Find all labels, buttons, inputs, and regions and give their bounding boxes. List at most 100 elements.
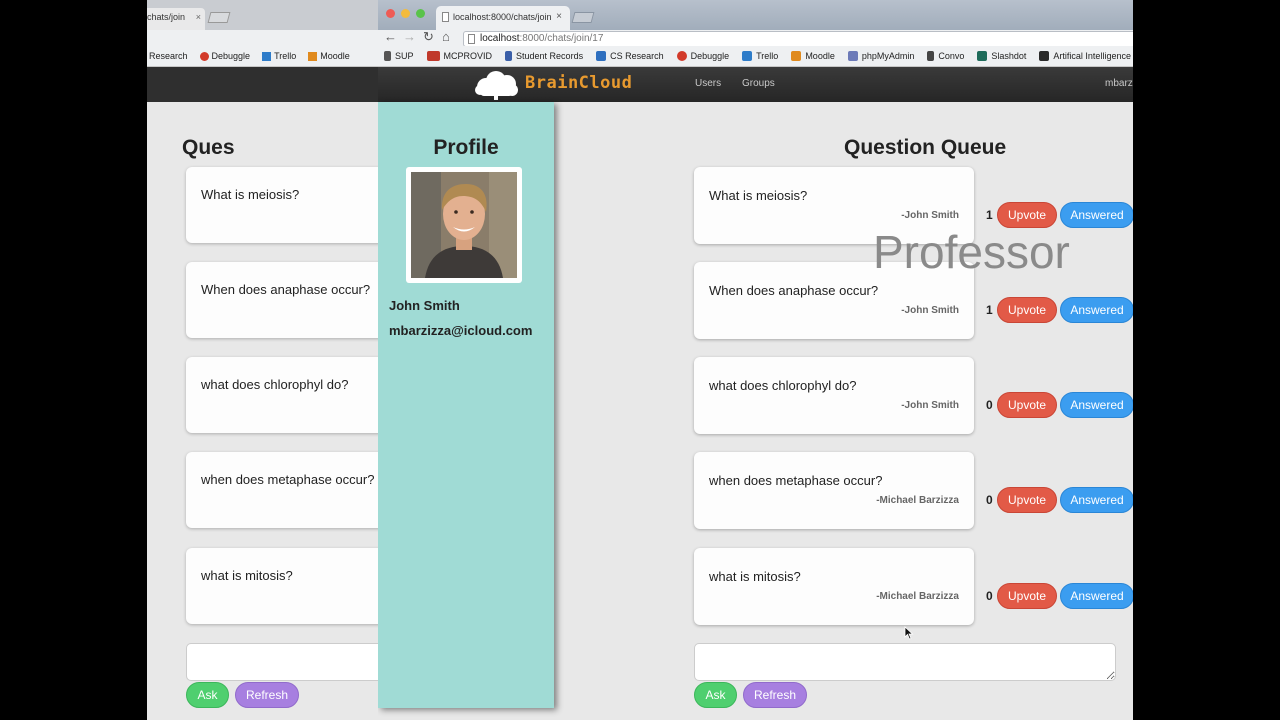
answered-button[interactable]: Answered xyxy=(1060,202,1133,228)
bookmarks-bar: SUP MCPROVID Student Records CS Research… xyxy=(378,46,1133,67)
bookmark-trello[interactable]: Trello xyxy=(262,51,296,61)
forward-arrow-icon[interactable]: → xyxy=(403,30,416,44)
person-icon xyxy=(505,51,513,61)
vote-count: 1 xyxy=(986,303,993,317)
background-question-input[interactable] xyxy=(186,643,396,681)
moodle-icon xyxy=(791,51,802,61)
runner-icon xyxy=(384,51,391,61)
bookmark-student-records[interactable]: Student Records xyxy=(505,51,583,61)
question-card: what is mitosis? -Michael Barzizza xyxy=(694,548,974,625)
background-question-card: what does chlorophyl do? xyxy=(186,357,396,433)
phpmyadmin-icon xyxy=(847,51,858,61)
trello-icon xyxy=(742,51,753,61)
nav-link-users[interactable]: Users xyxy=(695,78,721,89)
vote-count: 0 xyxy=(986,589,993,603)
question-input[interactable] xyxy=(694,643,1116,681)
nav-link-groups[interactable]: Groups xyxy=(742,78,775,89)
background-tab[interactable]: chats/join × xyxy=(147,8,205,30)
vote-count: 0 xyxy=(986,493,993,507)
document-icon xyxy=(442,12,449,22)
upvote-button[interactable]: Upvote xyxy=(997,297,1057,323)
close-icon[interactable]: × xyxy=(556,11,562,22)
bookmark-phpmyadmin[interactable]: phpMyAdmin xyxy=(847,51,915,61)
debuggle-icon xyxy=(199,51,209,61)
browser-window: localhost:8000/chats/join × ← → ↻ ⌂ loca… xyxy=(378,0,1133,720)
reload-icon[interactable]: ↻ xyxy=(423,30,434,44)
bookmark-label: SUP xyxy=(395,51,414,61)
question-text: What is meiosis? xyxy=(709,188,808,203)
bookmark-moodle[interactable]: Moodle xyxy=(791,51,835,61)
question-author: -John Smith xyxy=(901,305,959,316)
answered-button[interactable]: Answered xyxy=(1060,392,1133,418)
bookmark-mcprovid[interactable]: MCPROVID xyxy=(426,51,493,61)
answered-button[interactable]: Answered xyxy=(1060,297,1133,323)
bookmark-debuggle[interactable]: Debuggle xyxy=(676,51,729,61)
new-tab-button[interactable] xyxy=(207,12,231,23)
refresh-button[interactable]: Refresh xyxy=(743,682,807,708)
bookmark-label: Artifical Intelligence xyxy=(1053,51,1131,61)
address-bar[interactable]: localhost:8000/chats/join/17 xyxy=(463,31,1133,47)
upvote-button[interactable]: Upvote xyxy=(997,487,1057,513)
bookmark-artificial-intelligence[interactable]: Artifical Intelligence xyxy=(1039,51,1131,61)
new-tab-button[interactable] xyxy=(571,12,595,23)
bookmark-research[interactable]: Research xyxy=(149,51,188,61)
upvote-button[interactable]: Upvote xyxy=(997,583,1057,609)
question-text: when does metaphase occur? xyxy=(709,473,883,488)
background-question-card: When does anaphase occur? xyxy=(186,262,396,338)
profile-name: John Smith xyxy=(389,298,460,313)
bookmark-label: phpMyAdmin xyxy=(861,51,915,61)
answered-button[interactable]: Answered xyxy=(1060,487,1133,513)
bookmark-convo[interactable]: Convo xyxy=(927,51,964,61)
bookmark-sup[interactable]: SUP xyxy=(384,51,414,61)
vote-count: 0 xyxy=(986,398,993,412)
runner-icon xyxy=(927,51,935,61)
minimize-window-icon[interactable] xyxy=(401,9,410,18)
cloud-logo-icon[interactable] xyxy=(474,69,520,105)
vote-count: 1 xyxy=(986,208,993,222)
profile-title: Profile xyxy=(433,136,499,159)
question-author: -Michael Barzizza xyxy=(876,591,959,602)
background-queue-heading: Ques xyxy=(182,136,235,159)
ask-button[interactable]: Ask xyxy=(694,682,737,708)
bookmark-slashdot[interactable]: Slashdot xyxy=(977,51,1026,61)
professor-watermark: Professor xyxy=(873,226,1070,278)
question-author: -Michael Barzizza xyxy=(876,495,959,506)
bookmark-label: Trello xyxy=(274,51,297,61)
bookmark-label: MCPROVID xyxy=(443,51,493,61)
profile-email: mbarzizza@icloud.com xyxy=(389,323,533,338)
moodle-icon xyxy=(308,51,318,61)
background-navbar xyxy=(147,67,387,102)
question-text: what is mitosis? xyxy=(709,569,801,584)
bookmark-cs-research[interactable]: CS Research xyxy=(596,51,664,61)
close-window-icon[interactable] xyxy=(386,9,395,18)
browser-tab[interactable]: localhost:8000/chats/join × xyxy=(436,6,570,30)
background-address-bar xyxy=(147,30,387,46)
ai-icon xyxy=(1039,51,1050,61)
background-bookmarks-bar: Research Debuggle Trello Moodle xyxy=(147,46,387,67)
back-arrow-icon[interactable]: ← xyxy=(384,30,397,44)
background-refresh-button[interactable]: Refresh xyxy=(235,682,299,708)
answered-button[interactable]: Answered xyxy=(1060,583,1133,609)
question-text: what does chlorophyl do? xyxy=(709,378,857,393)
maximize-window-icon[interactable] xyxy=(416,9,425,18)
bookmark-debuggle[interactable]: Debuggle xyxy=(199,51,250,61)
trello-icon xyxy=(262,51,272,61)
url-path: :8000/chats/join/17 xyxy=(519,33,604,44)
background-ask-button[interactable]: Ask xyxy=(186,682,229,708)
debuggle-icon xyxy=(676,51,687,61)
upvote-button[interactable]: Upvote xyxy=(997,392,1057,418)
bookmark-label: Student Records xyxy=(516,51,584,61)
bookmark-trello[interactable]: Trello xyxy=(742,51,778,61)
close-icon[interactable]: × xyxy=(196,12,201,22)
bookmark-label: Convo xyxy=(938,51,965,61)
nav-user-menu[interactable]: mbarz xyxy=(1105,78,1133,89)
home-icon[interactable]: ⌂ xyxy=(442,30,450,44)
slashdot-icon xyxy=(977,51,988,61)
question-text: When does anaphase occur? xyxy=(709,283,879,298)
bookmark-label: Moodle xyxy=(320,51,350,61)
bookmark-label: CS Research xyxy=(610,51,664,61)
brand-name[interactable]: BrainCloud xyxy=(525,73,632,93)
bookmark-label: Trello xyxy=(756,51,779,61)
avatar xyxy=(406,167,522,283)
bookmark-moodle[interactable]: Moodle xyxy=(308,51,350,61)
